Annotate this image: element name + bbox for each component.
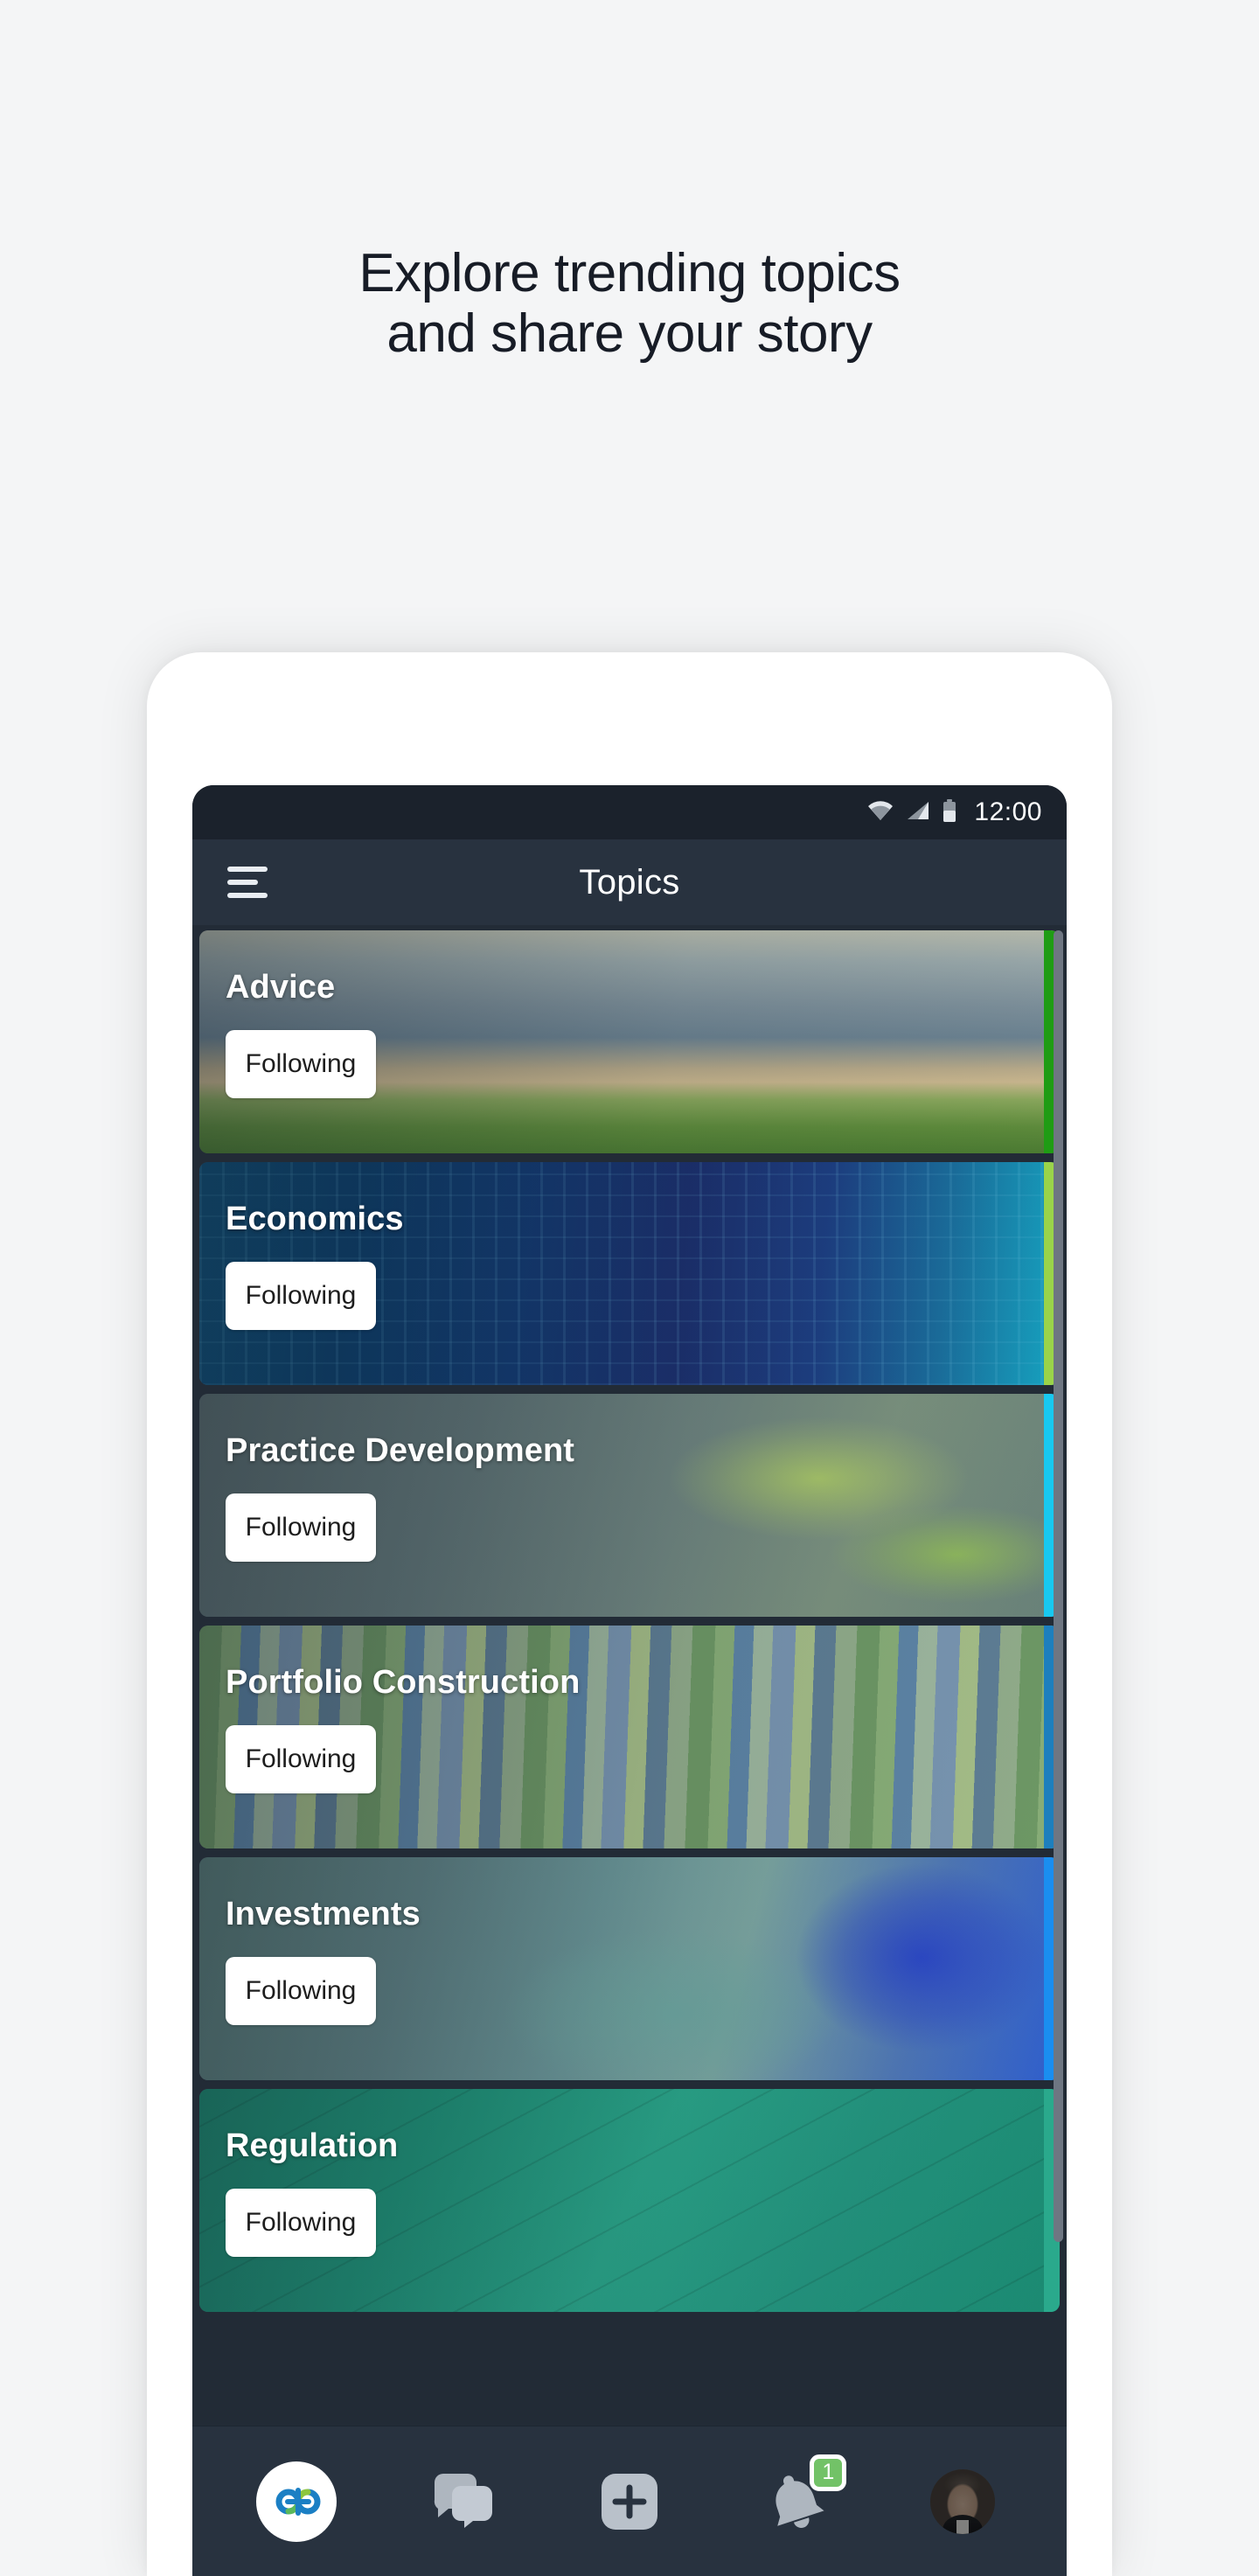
topic-card-advice[interactable]: Advice Following [199, 930, 1060, 1153]
app-bar-title: Topics [579, 862, 680, 902]
follow-button[interactable]: Following [226, 1030, 376, 1098]
list-bottom-spacer [192, 2370, 1067, 2426]
follow-button[interactable]: Following [226, 1957, 376, 2025]
hamburger-line [227, 880, 258, 885]
topic-title: Investments [226, 1896, 421, 1932]
topic-title: Advice [226, 969, 336, 1006]
bottom-navigation-bar: 1 [192, 2426, 1067, 2576]
follow-button[interactable]: Following [226, 1262, 376, 1330]
battery-icon [943, 798, 956, 826]
avatar-collar [956, 2519, 969, 2534]
nav-item-notifications[interactable]: 1 [743, 2449, 848, 2554]
phone-mockup: 12:00 Topics Advice Following Economics … [147, 652, 1112, 2576]
follow-button[interactable]: Following [226, 1725, 376, 1793]
scrollbar[interactable] [1054, 930, 1063, 2356]
cellular-signal-icon [906, 800, 930, 825]
follow-button[interactable]: Following [226, 2189, 376, 2257]
topic-title: Economics [226, 1201, 404, 1237]
nav-item-home[interactable] [244, 2449, 349, 2554]
status-bar: 12:00 [192, 785, 1067, 839]
scrollbar-thumb[interactable] [1054, 930, 1063, 2242]
hamburger-line [227, 893, 268, 898]
topic-title: Portfolio Construction [226, 1664, 581, 1701]
page-title: Explore trending topics and share your s… [358, 243, 901, 365]
nav-item-profile[interactable] [910, 2449, 1015, 2554]
nav-item-create-post[interactable] [577, 2449, 682, 2554]
topic-card-economics[interactable]: Economics Following [199, 1162, 1060, 1385]
topic-title: Regulation [226, 2127, 399, 2164]
topic-title: Practice Development [226, 1432, 575, 1469]
hamburger-line [227, 867, 268, 872]
status-bar-time: 12:00 [974, 797, 1042, 826]
chat-bubbles-icon [434, 2473, 492, 2528]
notification-badge: 1 [810, 2454, 847, 2491]
wifi-icon [867, 800, 894, 825]
hamburger-menu-icon[interactable] [227, 867, 268, 898]
topic-card-investments[interactable]: Investments Following [199, 1857, 1060, 2080]
nav-item-messages[interactable] [411, 2449, 516, 2554]
topic-list: Advice Following Economics Following Pra… [192, 925, 1067, 2370]
app-logo-icon [256, 2461, 337, 2542]
topic-card-regulation[interactable]: Regulation Following [199, 2089, 1060, 2312]
phone-screen: 12:00 Topics Advice Following Economics … [192, 785, 1067, 2576]
follow-button[interactable]: Following [226, 1493, 376, 1562]
topic-card-portfolio-construction[interactable]: Portfolio Construction Following [199, 1626, 1060, 1848]
plus-square-icon [601, 2473, 657, 2530]
app-bar: Topics [192, 839, 1067, 925]
avatar [929, 2468, 995, 2534]
topic-card-practice-development[interactable]: Practice Development Following [199, 1394, 1060, 1617]
